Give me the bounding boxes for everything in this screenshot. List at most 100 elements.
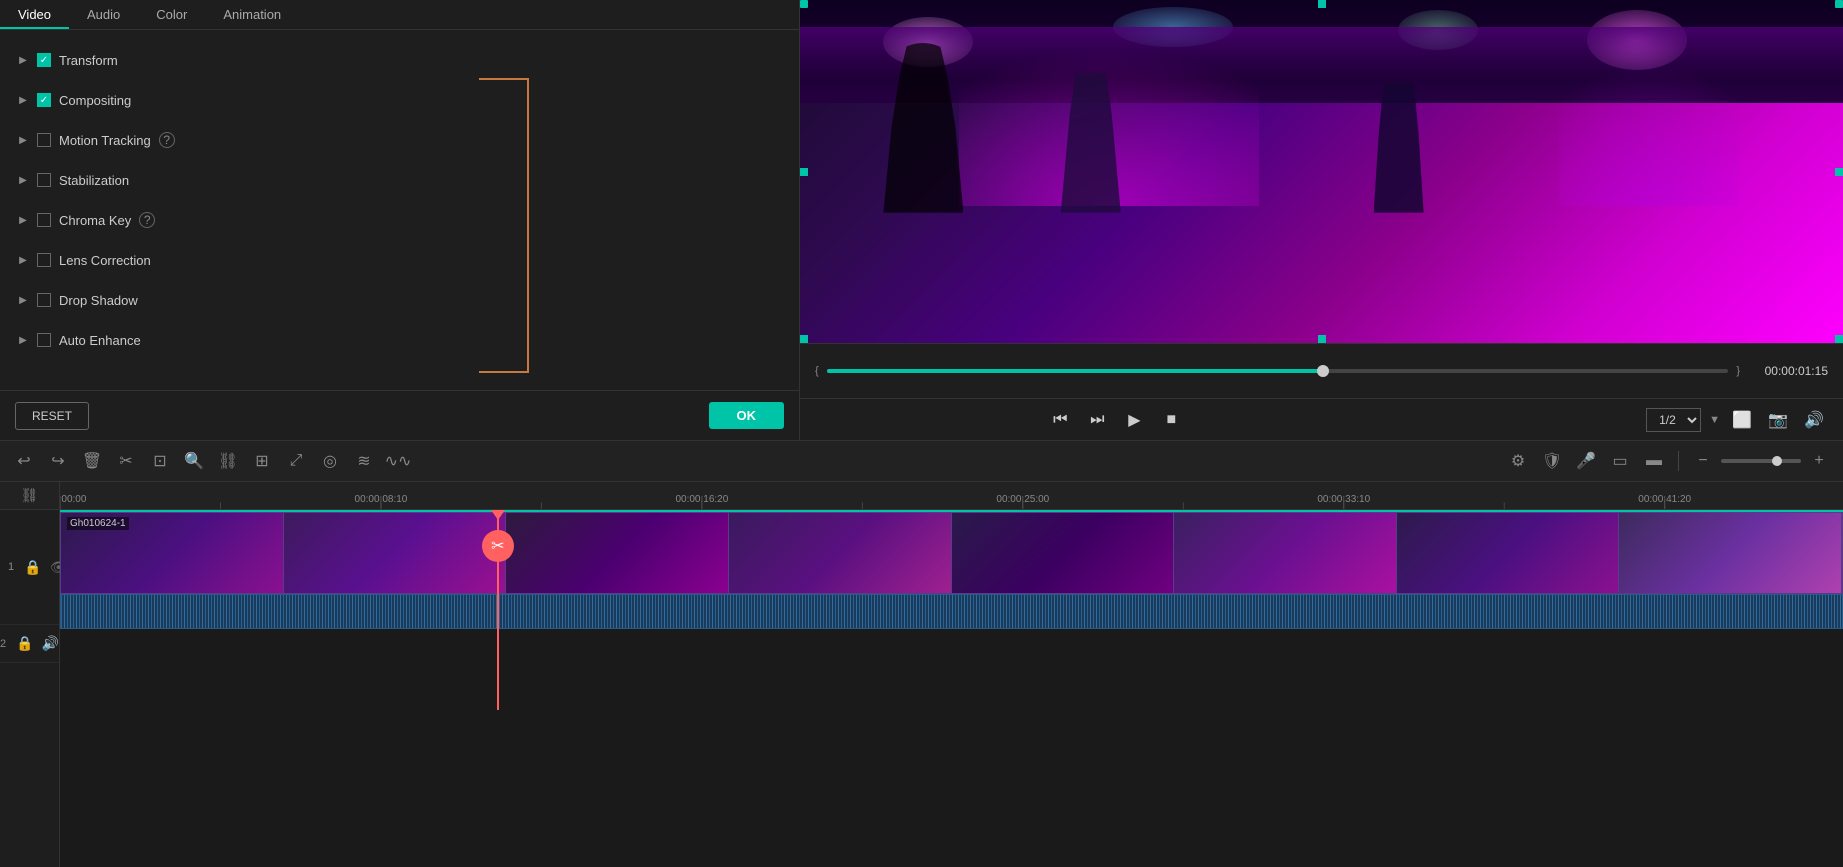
track2-label: 2 🔒 🔊 bbox=[0, 625, 59, 663]
audio-waveform bbox=[61, 595, 1842, 628]
prop-chroma-key[interactable]: ▶ Chroma Key ? bbox=[0, 200, 799, 240]
zoom-slider[interactable] bbox=[1721, 459, 1801, 463]
panel-footer: RESET OK bbox=[0, 390, 799, 440]
playback-button-row: ⏮ ⏭ ▶ ■ 1/2 1/1 1/4 ▼ ⬜ 📷 🔊 bbox=[800, 398, 1843, 440]
video-track[interactable]: Gh010624-1 bbox=[60, 512, 1843, 594]
progress-thumb bbox=[1317, 365, 1329, 377]
camera-icon[interactable]: 📷 bbox=[1764, 406, 1792, 434]
crop-button[interactable]: ⊡ bbox=[146, 447, 174, 475]
undo-button[interactable]: ↩ bbox=[10, 447, 38, 475]
time-display: 00:00:01:15 bbox=[1748, 364, 1828, 378]
zoom-button[interactable]: 🔍 bbox=[180, 447, 208, 475]
properties-list: ▶ Transform ▶ Compositing ▶ Motion Track… bbox=[0, 30, 799, 390]
handle-mr[interactable] bbox=[1835, 168, 1843, 176]
video-frame-6 bbox=[1174, 513, 1397, 593]
shield-button[interactable]: 🛡 bbox=[1538, 447, 1566, 475]
screen-icon[interactable]: ⬜ bbox=[1728, 406, 1756, 434]
step-back-button[interactable]: ⏭ bbox=[1081, 404, 1113, 436]
track1-label: 1 🔒 👁 bbox=[0, 510, 59, 625]
audio-track[interactable] bbox=[60, 594, 1843, 629]
prop-label-auto-enhance: Auto Enhance bbox=[59, 333, 141, 348]
lock-icon-track2[interactable]: 🔒 bbox=[16, 635, 33, 652]
expand-arrow-drop-shadow: ▶ bbox=[15, 292, 31, 308]
eq-button[interactable]: ≋ bbox=[350, 447, 378, 475]
checkbox-drop-shadow[interactable] bbox=[37, 293, 51, 307]
timeline-tracks: 00:00:00:00 00:00:08:10 00:00:16:20 00:0… bbox=[60, 482, 1843, 867]
prop-drop-shadow[interactable]: ▶ Drop Shadow bbox=[0, 280, 799, 320]
handle-ml[interactable] bbox=[800, 168, 808, 176]
preview-video bbox=[800, 0, 1843, 343]
tab-video[interactable]: Video bbox=[0, 2, 69, 29]
video-frame-4 bbox=[729, 513, 952, 593]
stop-button[interactable]: ■ bbox=[1155, 404, 1187, 436]
track-content: ✂ Gh010624-1 bbox=[60, 510, 1843, 710]
prop-label-lens-correction: Lens Correction bbox=[59, 253, 151, 268]
tab-color[interactable]: Color bbox=[138, 2, 205, 29]
prop-label-motion-tracking: Motion Tracking bbox=[59, 133, 151, 148]
color-picker-button[interactable]: ◎ bbox=[316, 447, 344, 475]
checkbox-chroma-key[interactable] bbox=[37, 213, 51, 227]
captions-button[interactable]: ▭ bbox=[1606, 447, 1634, 475]
ratio-select[interactable]: 1/2 1/1 1/4 bbox=[1646, 408, 1701, 432]
handle-br[interactable] bbox=[1835, 335, 1843, 343]
video-clip-label: Gh010624-1 bbox=[67, 517, 129, 530]
link-chain-icon[interactable]: ⛓ bbox=[21, 487, 39, 504]
volume-icon[interactable]: 🔊 bbox=[1800, 406, 1828, 434]
prop-compositing[interactable]: ▶ Compositing bbox=[0, 80, 799, 120]
redo-button[interactable]: ↪ bbox=[44, 447, 72, 475]
handle-tr[interactable] bbox=[1835, 0, 1843, 8]
lock-icon-track1[interactable]: 🔒 bbox=[24, 559, 41, 576]
timeline-section: ↩ ↪ 🗑 ✂ ⊡ 🔍 ⛓ ⊞ ⤢ ◎ ≋ ∿∿ ⚙ 🛡 🎤 ▭ ▬ − + bbox=[0, 440, 1843, 867]
settings-wheel-button[interactable]: ⚙ bbox=[1504, 447, 1532, 475]
tab-animation[interactable]: Animation bbox=[205, 2, 299, 29]
checkbox-motion-tracking[interactable] bbox=[37, 133, 51, 147]
cut-button[interactable]: ✂ bbox=[112, 447, 140, 475]
mic-button[interactable]: 🎤 bbox=[1572, 447, 1600, 475]
playback-controls: { } 00:00:01:15 bbox=[800, 343, 1843, 398]
info-icon-motion-tracking[interactable]: ? bbox=[159, 132, 175, 148]
info-icon-chroma-key[interactable]: ? bbox=[139, 212, 155, 228]
expand-arrow-compositing: ▶ bbox=[15, 92, 31, 108]
checkbox-auto-enhance[interactable] bbox=[37, 333, 51, 347]
volume-icon-track2[interactable]: 🔊 bbox=[42, 635, 59, 652]
zoom-in-button[interactable]: + bbox=[1805, 447, 1833, 475]
expand-arrow-lens-correction: ▶ bbox=[15, 252, 31, 268]
prop-motion-tracking[interactable]: ▶ Motion Tracking ? bbox=[0, 120, 799, 160]
link-button[interactable]: ⛓ bbox=[214, 447, 242, 475]
toolbar-divider bbox=[1678, 451, 1679, 471]
zoom-out-button[interactable]: − bbox=[1689, 447, 1717, 475]
track2-number: 2 bbox=[0, 638, 6, 650]
play-button[interactable]: ▶ bbox=[1118, 404, 1150, 436]
prop-label-compositing: Compositing bbox=[59, 93, 131, 108]
ok-button[interactable]: OK bbox=[709, 402, 785, 429]
waveform-button[interactable]: ∿∿ bbox=[384, 447, 412, 475]
ctrl-buttons: ⏮ ⏭ ▶ ■ bbox=[1044, 404, 1187, 436]
prop-stabilization[interactable]: ▶ Stabilization bbox=[0, 160, 799, 200]
progress-bar[interactable] bbox=[827, 369, 1729, 373]
zoom-thumb bbox=[1772, 456, 1782, 466]
prop-label-chroma-key: Chroma Key bbox=[59, 213, 131, 228]
handle-tm[interactable] bbox=[1318, 0, 1326, 8]
video-frames bbox=[61, 513, 1842, 593]
tab-bar: Video Audio Color Animation bbox=[0, 0, 799, 30]
handle-tl[interactable] bbox=[800, 0, 808, 8]
skip-back-button[interactable]: ⏮ bbox=[1044, 404, 1076, 436]
checkbox-transform[interactable] bbox=[37, 53, 51, 67]
checkbox-compositing[interactable] bbox=[37, 93, 51, 107]
track1-number: 1 bbox=[8, 561, 14, 573]
fit-button[interactable]: ⤢ bbox=[282, 447, 310, 475]
checkbox-lens-correction[interactable] bbox=[37, 253, 51, 267]
handle-bl[interactable] bbox=[800, 335, 808, 343]
reset-button[interactable]: RESET bbox=[15, 402, 89, 430]
split-button[interactable]: ⊞ bbox=[248, 447, 276, 475]
prop-auto-enhance[interactable]: ▶ Auto Enhance bbox=[0, 320, 799, 360]
prop-transform[interactable]: ▶ Transform bbox=[0, 40, 799, 80]
checkbox-stabilization[interactable] bbox=[37, 173, 51, 187]
subtitle-button[interactable]: ▬ bbox=[1640, 447, 1668, 475]
handle-bm[interactable] bbox=[1318, 335, 1326, 343]
delete-button[interactable]: 🗑 bbox=[78, 447, 106, 475]
zoom-controls: − + bbox=[1689, 447, 1833, 475]
prop-lens-correction[interactable]: ▶ Lens Correction bbox=[0, 240, 799, 280]
timeline-ruler: 00:00:00:00 00:00:08:10 00:00:16:20 00:0… bbox=[60, 482, 1843, 510]
tab-audio[interactable]: Audio bbox=[69, 2, 138, 29]
